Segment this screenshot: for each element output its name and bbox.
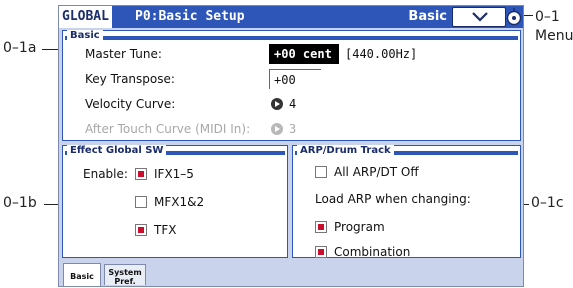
velocity-curve-label: Velocity Curve:: [85, 97, 176, 111]
aftertouch-curve-popup-icon: [271, 123, 283, 135]
page-title: P0:Basic Setup: [135, 9, 245, 24]
panel-header-bar: [65, 36, 518, 40]
combination-checkbox[interactable]: [315, 246, 327, 258]
enable-label: Enable:: [83, 167, 128, 181]
callout-line-0-1b: [44, 204, 58, 205]
mode-label: GLOBAL: [59, 6, 112, 28]
ifx-checkbox[interactable]: [135, 168, 147, 180]
callout-0-1c: 0–1c: [531, 195, 564, 211]
basic-panel-title: Basic: [67, 30, 103, 42]
combination-label: Combination: [334, 245, 411, 259]
aftertouch-curve-label: After Touch Curve (MIDI In):: [85, 122, 251, 136]
callout-0-1: 0–1: [535, 9, 560, 25]
basic-panel: Basic Master Tune: +00 cent [440.00Hz] K…: [62, 30, 521, 141]
master-tune-hz: [440.00Hz]: [345, 47, 418, 61]
arp-panel-title: ARP/Drum Track: [297, 145, 394, 157]
chevron-down-icon: [472, 12, 488, 22]
basic-panel-header: Basic: [63, 30, 520, 43]
callout-line-0-1a: [42, 49, 58, 50]
tab-system-pref-line1: System: [108, 268, 142, 277]
all-arp-dt-off-label: All ARP/DT Off: [334, 165, 419, 179]
page-tabs: Basic System Pref.: [59, 261, 523, 286]
current-tab-label: Basic: [408, 9, 447, 24]
mfx-checkbox[interactable]: [135, 196, 147, 208]
callout-0-1b: 0–1b: [3, 195, 37, 211]
key-transpose-value[interactable]: +00: [269, 69, 321, 89]
display-screen: GLOBAL P0:Basic Setup Basic Basic Master…: [58, 5, 524, 287]
arp-panel-header: ARP/Drum Track: [293, 145, 520, 158]
mfx-label: MFX1&2: [154, 195, 205, 209]
all-arp-dt-off-checkbox[interactable]: [315, 166, 327, 178]
arp-drum-track-panel: ARP/Drum Track All ARP/DT Off Load ARP w…: [292, 145, 521, 259]
tab-system-pref-line2: Pref.: [114, 277, 136, 286]
page-menu-button[interactable]: [452, 7, 506, 27]
key-transpose-label: Key Transpose:: [85, 72, 175, 86]
program-checkbox[interactable]: [315, 221, 327, 233]
tab-basic[interactable]: Basic: [63, 263, 101, 286]
tfx-label: TFX: [154, 223, 177, 237]
velocity-curve-popup-icon[interactable]: [271, 98, 283, 110]
callout-menu: Menu: [535, 28, 573, 44]
tab-basic-label: Basic: [70, 272, 94, 281]
program-label: Program: [334, 220, 385, 234]
master-tune-label: Master Tune:: [85, 47, 162, 61]
tab-system-pref[interactable]: System Pref.: [104, 264, 146, 286]
effect-global-sw-panel: Effect Global SW Enable: IFX1–5 MFX1&2 T…: [62, 145, 288, 258]
velocity-curve-value[interactable]: 4: [289, 97, 296, 111]
load-arp-label: Load ARP when changing:: [315, 192, 471, 206]
aftertouch-curve-value: 3: [289, 122, 297, 136]
callout-0-1a: 0–1a: [3, 40, 37, 56]
page-select-knob-icon[interactable]: [505, 7, 523, 27]
ifx-label: IFX1–5: [154, 167, 194, 181]
tfx-checkbox[interactable]: [135, 224, 147, 236]
master-tune-value[interactable]: +00 cent: [269, 44, 339, 64]
effect-panel-title: Effect Global SW: [67, 145, 167, 157]
title-bar: GLOBAL P0:Basic Setup Basic: [59, 6, 523, 28]
effect-panel-header: Effect Global SW: [63, 145, 287, 158]
